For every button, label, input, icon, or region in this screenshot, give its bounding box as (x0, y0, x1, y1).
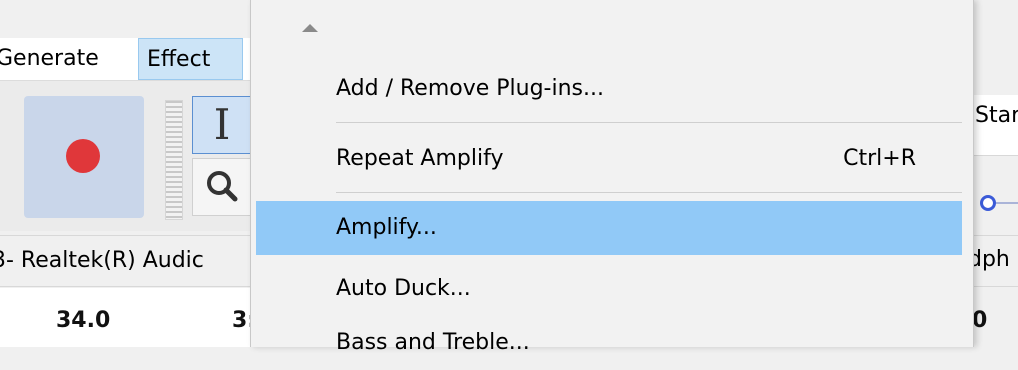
output-device-label-partial[interactable]: dph (968, 247, 1010, 272)
menu-item-label: Bass and Treble... (336, 330, 530, 355)
selection-tool-button[interactable]: I (192, 96, 252, 154)
record-icon (66, 139, 100, 173)
zoom-tool-button[interactable] (192, 158, 252, 216)
toolbar-grip[interactable] (165, 100, 183, 220)
menu-generate[interactable]: Generate (0, 38, 107, 80)
menu-item-auto-duck[interactable]: Auto Duck... (256, 262, 962, 316)
scroll-up-icon[interactable] (302, 24, 318, 32)
ibeam-icon: I (213, 100, 231, 149)
menu-item-repeat-amplify[interactable]: Repeat Amplify Ctrl+R (256, 132, 962, 186)
menu-item-bass-and-treble[interactable]: Bass and Treble... (256, 316, 962, 370)
slider-track (996, 202, 1018, 204)
zoom-icon (207, 171, 238, 202)
device-toolbar: 3- Realtek(R) Audic (0, 235, 260, 287)
slider-thumb-icon[interactable] (980, 195, 996, 211)
menu-item-amplify[interactable]: Amplify... (256, 201, 962, 255)
meter-scale-row (0, 288, 260, 347)
meter-value: 0 (972, 308, 988, 333)
menu-item-label: Add / Remove Plug-ins... (336, 76, 604, 101)
start-label-partial: Star (975, 103, 1018, 128)
menu-effect[interactable]: Effect (138, 38, 243, 80)
record-button[interactable] (24, 96, 144, 218)
right-panel-background (972, 0, 1018, 347)
meter-value: 34.0 (56, 308, 111, 333)
menu-item-label: Repeat Amplify (336, 146, 504, 171)
audio-device-label[interactable]: 3- Realtek(R) Audic (0, 236, 204, 286)
menu-separator (336, 192, 962, 193)
menu-item-label: Auto Duck... (336, 276, 471, 301)
menu-bar: Generate Effect (0, 38, 260, 81)
menu-separator (336, 122, 962, 123)
menu-item-add-remove-plugins[interactable]: Add / Remove Plug-ins... (256, 62, 962, 116)
menu-item-label: Amplify... (336, 215, 437, 240)
menu-item-shortcut: Ctrl+R (843, 146, 916, 171)
